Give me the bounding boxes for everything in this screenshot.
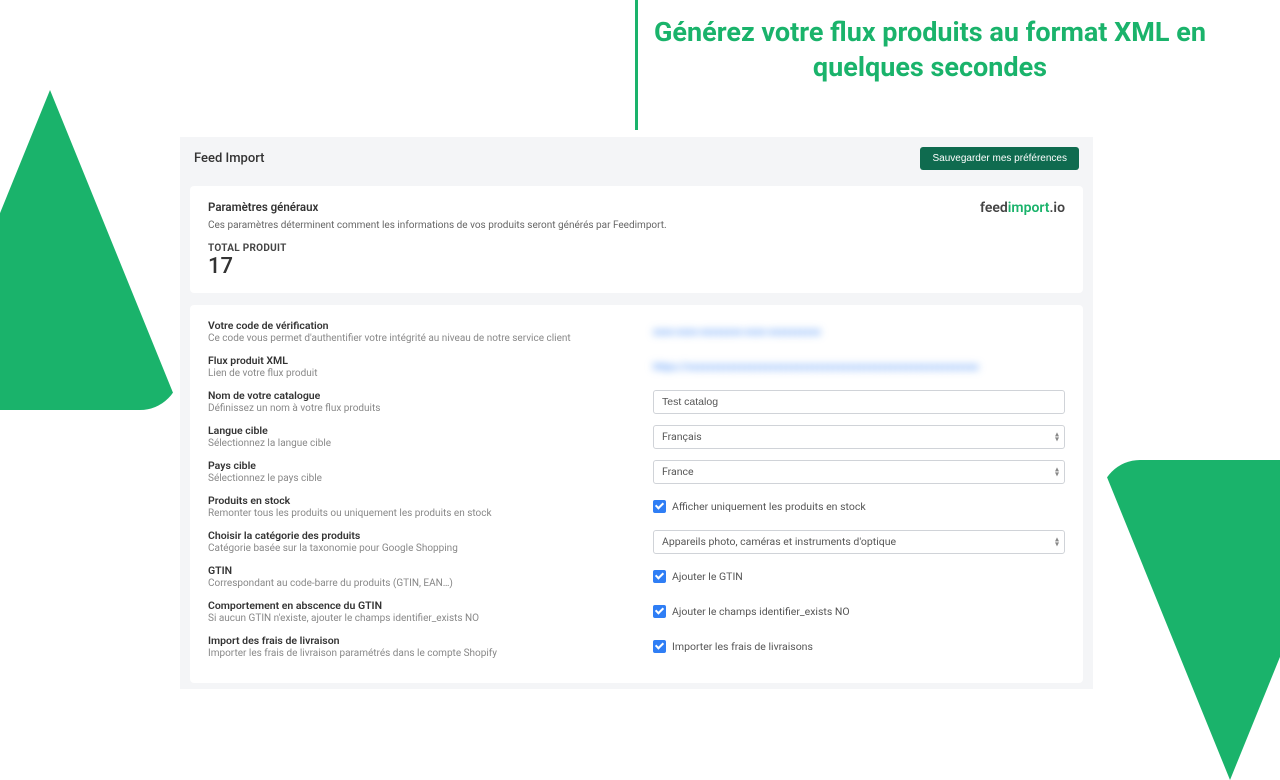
row-shipping: Import des frais de livraison Importer l… bbox=[208, 634, 1065, 659]
xml-value: https://xxxxxxxxxxxxxxxxxxxxxxxxxxxxxxxx… bbox=[653, 360, 979, 373]
save-preferences-button[interactable]: Sauvegarder mes préférences bbox=[920, 147, 1079, 170]
catalog-hint: Définissez un nom à votre flux produits bbox=[208, 403, 653, 414]
identifier-hint: Si aucun GTIN n'existe, ajouter le champ… bbox=[208, 613, 653, 624]
country-label: Pays cible bbox=[208, 459, 653, 472]
identifier-checkbox[interactable] bbox=[653, 605, 666, 618]
hero-title: Générez votre flux produits au format XM… bbox=[640, 15, 1220, 85]
shipping-checkbox[interactable] bbox=[653, 640, 666, 653]
app-window: Feed Import Sauvegarder mes préférences … bbox=[180, 137, 1093, 689]
row-identifier: Comportement en abscence du GTIN Si aucu… bbox=[208, 599, 1065, 624]
gtin-hint: Correspondant au code-barre du produits … bbox=[208, 578, 653, 589]
xml-hint: Lien de votre flux produit bbox=[208, 368, 653, 379]
country-select[interactable]: France bbox=[653, 460, 1065, 484]
settings-card: Votre code de vérification Ce code vous … bbox=[190, 305, 1083, 683]
total-product-label: TOTAL PRODUIT bbox=[208, 243, 1065, 254]
row-category: Choisir la catégorie des produits Catégo… bbox=[208, 529, 1065, 554]
catalog-input[interactable] bbox=[653, 390, 1065, 414]
feedimport-logo: feedimport.io bbox=[980, 200, 1065, 216]
stock-checkbox[interactable] bbox=[653, 500, 666, 513]
total-product-value: 17 bbox=[208, 254, 1065, 279]
gtin-checkbox[interactable] bbox=[653, 570, 666, 583]
decorative-divider bbox=[635, 0, 638, 130]
lang-select[interactable]: Français bbox=[653, 425, 1065, 449]
stock-check-label: Afficher uniquement les produits en stoc… bbox=[672, 500, 866, 513]
gtin-check-label: Ajouter le GTIN bbox=[672, 570, 743, 583]
row-lang: Langue cible Sélectionnez la langue cibl… bbox=[208, 424, 1065, 449]
general-settings-desc: Ces paramètres déterminent comment les i… bbox=[208, 220, 667, 231]
decorative-triangle-left bbox=[0, 90, 180, 410]
row-country: Pays cible Sélectionnez le pays cible Fr… bbox=[208, 459, 1065, 484]
stock-label: Produits en stock bbox=[208, 494, 653, 507]
page-title: Feed Import bbox=[194, 151, 264, 166]
row-stock: Produits en stock Remonter tous les prod… bbox=[208, 494, 1065, 519]
verification-hint: Ce code vous permet d'authentifier votre… bbox=[208, 333, 653, 344]
verification-label: Votre code de vérification bbox=[208, 319, 653, 332]
category-label: Choisir la catégorie des produits bbox=[208, 529, 653, 542]
category-select[interactable]: Appareils photo, caméras et instruments … bbox=[653, 530, 1065, 554]
general-settings-card: Paramètres généraux Ces paramètres déter… bbox=[190, 186, 1083, 293]
catalog-label: Nom de votre catalogue bbox=[208, 389, 653, 402]
country-hint: Sélectionnez le pays cible bbox=[208, 473, 653, 484]
xml-label: Flux produit XML bbox=[208, 354, 653, 367]
shipping-label: Import des frais de livraison bbox=[208, 634, 653, 647]
shipping-check-label: Importer les frais de livraisons bbox=[672, 640, 813, 653]
row-gtin: GTIN Correspondant au code-barre du prod… bbox=[208, 564, 1065, 589]
decorative-triangle-right bbox=[1100, 460, 1280, 780]
gtin-label: GTIN bbox=[208, 564, 653, 577]
category-hint: Catégorie basée sur la taxonomie pour Go… bbox=[208, 543, 653, 554]
general-settings-title: Paramètres généraux bbox=[208, 200, 667, 214]
row-catalog: Nom de votre catalogue Définissez un nom… bbox=[208, 389, 1065, 414]
app-header: Feed Import Sauvegarder mes préférences bbox=[180, 137, 1093, 180]
stock-hint: Remonter tous les produits ou uniquement… bbox=[208, 508, 653, 519]
row-verification: Votre code de vérification Ce code vous … bbox=[208, 319, 1065, 344]
shipping-hint: Importer les frais de livraison paramétr… bbox=[208, 648, 653, 659]
row-xml: Flux produit XML Lien de votre flux prod… bbox=[208, 354, 1065, 379]
identifier-label: Comportement en abscence du GTIN bbox=[208, 599, 653, 612]
identifier-check-label: Ajouter le champs identifier_exists NO bbox=[672, 605, 850, 618]
verification-value: xxxx-xxxx-xxxxxxxx-xxxx-xxxxxxxxxx bbox=[653, 325, 821, 338]
lang-hint: Sélectionnez la langue cible bbox=[208, 438, 653, 449]
lang-label: Langue cible bbox=[208, 424, 653, 437]
